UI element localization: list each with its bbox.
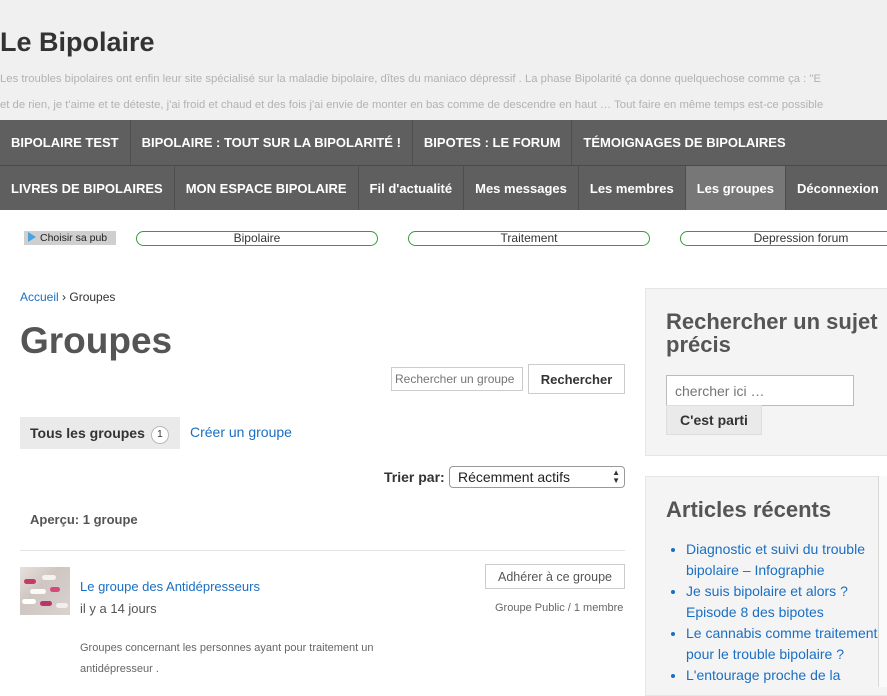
pill-shape — [22, 599, 36, 604]
ad-bar: Choisir sa pub Bipolaire Traitement Depr… — [0, 228, 887, 248]
list-item: Je suis bipolaire et alors ? Episode 8 d… — [686, 581, 886, 623]
list-item: Le cannabis comme traitement pour le tro… — [686, 623, 886, 665]
list-item: L'entourage proche de la — [686, 665, 886, 686]
breadcrumb-separator: › — [62, 290, 67, 304]
ad-link[interactable]: Bipolaire — [136, 231, 378, 246]
recent-article-link[interactable]: Le cannabis comme traitement pour le tro… — [686, 625, 877, 662]
sort-select[interactable]: Récemment actifs ▲ ▼ — [449, 466, 625, 488]
nav-row-primary: BIPOLAIRE TEST BIPOLAIRE : TOUT SUR LA B… — [0, 120, 797, 165]
group-search-button[interactable]: Rechercher — [528, 364, 625, 394]
nav-row-secondary: LIVRES DE BIPOLAIRES MON ESPACE BIPOLAIR… — [0, 165, 887, 210]
group-meta: Groupe Public / 1 membre — [495, 602, 624, 614]
nav-item-temoignages[interactable]: TÉMOIGNAGES DE BIPOLAIRES — [572, 120, 796, 165]
nav-item-tout-sur-la-bipolarite[interactable]: BIPOLAIRE : TOUT SUR LA BIPOLARITÉ ! — [131, 120, 413, 165]
sort-select-value: Récemment actifs — [458, 469, 571, 485]
divider — [20, 550, 625, 551]
group-description: Groupes concernant les personnes ayant p… — [80, 642, 374, 675]
list-item: Diagnostic et suivi du trouble bipolaire… — [686, 539, 886, 581]
pill-shape — [50, 587, 60, 592]
pill-shape — [40, 601, 52, 606]
tab-all-groups-label: Tous les groupes — [30, 425, 145, 441]
ad-choices-icon — [28, 232, 36, 242]
group-name-link[interactable]: Le groupe des Antidépresseurs — [80, 579, 260, 594]
nav-item-bipolaire-test[interactable]: BIPOLAIRE TEST — [0, 120, 131, 165]
site-title[interactable]: Le Bipolaire — [0, 27, 155, 58]
breadcrumb: Accueil › Groupes — [20, 290, 115, 304]
group-search-input[interactable] — [391, 367, 523, 391]
site-header: Le Bipolaire Les troubles bipolaires ont… — [0, 0, 887, 120]
nav-item-mon-espace[interactable]: MON ESPACE BIPOLAIRE — [175, 166, 359, 210]
pill-shape — [30, 589, 46, 594]
group-avatar-image[interactable] — [20, 567, 70, 615]
tab-all-groups[interactable]: Tous les groupes 1 — [20, 417, 180, 449]
site-description-line: et de rien, je t'aime et te déteste, j'a… — [0, 99, 824, 111]
recent-article-link[interactable]: Je suis bipolaire et alors ? Episode 8 d… — [686, 583, 848, 620]
recent-article-link[interactable]: Diagnostic et suivi du trouble bipolaire… — [686, 541, 865, 578]
sidebar-search-button[interactable]: C'est parti — [666, 405, 762, 435]
group-last-active: il y a 14 jours — [80, 601, 157, 616]
scrollbar[interactable] — [878, 476, 887, 687]
ad-link[interactable]: Traitement — [408, 231, 650, 246]
recent-articles-list: Diagnostic et suivi du trouble bipolaire… — [666, 539, 886, 686]
widget-title: Articles récents — [666, 497, 832, 522]
recent-articles-widget: Articles récents Diagnostic et suivi du … — [645, 476, 887, 696]
join-group-button[interactable]: Adhérer à ce groupe — [485, 564, 625, 589]
sidebar-search-widget: Rechercher un sujet précis C'est parti — [645, 288, 887, 456]
nav-item-deconnexion[interactable]: Déconnexion — [786, 166, 887, 210]
ad-choice-button[interactable]: Choisir sa pub — [24, 231, 116, 245]
site-description-line: Les troubles bipolaires ont enfin leur s… — [0, 73, 821, 85]
pill-shape — [56, 603, 68, 608]
ad-choice-label: Choisir sa pub — [40, 232, 108, 244]
pill-shape — [24, 579, 36, 584]
nav-item-forum[interactable]: BIPOTES : LE FORUM — [413, 120, 573, 165]
breadcrumb-current: Groupes — [69, 290, 116, 304]
groups-overview-count: Aperçu: 1 groupe — [30, 512, 138, 527]
sort-label: Trier par: — [384, 469, 445, 485]
pill-shape — [42, 575, 56, 580]
nav-item-livres[interactable]: LIVRES DE BIPOLAIRES — [0, 166, 175, 210]
site-description: Les troubles bipolaires ont enfin leur s… — [0, 66, 887, 118]
tab-create-group[interactable]: Créer un groupe — [190, 424, 292, 440]
page-title: Groupes — [20, 320, 173, 361]
widget-title: Rechercher un sujet précis — [666, 309, 878, 357]
nav-item-les-groupes[interactable]: Les groupes — [685, 166, 787, 210]
nav-item-fil-actualite[interactable]: Fil d'actualité — [359, 166, 465, 210]
recent-article-link[interactable]: L'entourage proche de la — [686, 667, 840, 683]
ad-link[interactable]: Depression forum — [680, 231, 887, 246]
nav-item-mes-messages[interactable]: Mes messages — [464, 166, 579, 210]
sidebar-search-input[interactable] — [666, 375, 854, 406]
nav-item-les-membres[interactable]: Les membres — [579, 166, 686, 210]
tab-count-badge: 1 — [150, 426, 169, 444]
dropdown-arrows-icon: ▲ ▼ — [612, 468, 620, 485]
main-nav: BIPOLAIRE TEST BIPOLAIRE : TOUT SUR LA B… — [0, 120, 887, 210]
breadcrumb-home-link[interactable]: Accueil — [20, 290, 59, 304]
